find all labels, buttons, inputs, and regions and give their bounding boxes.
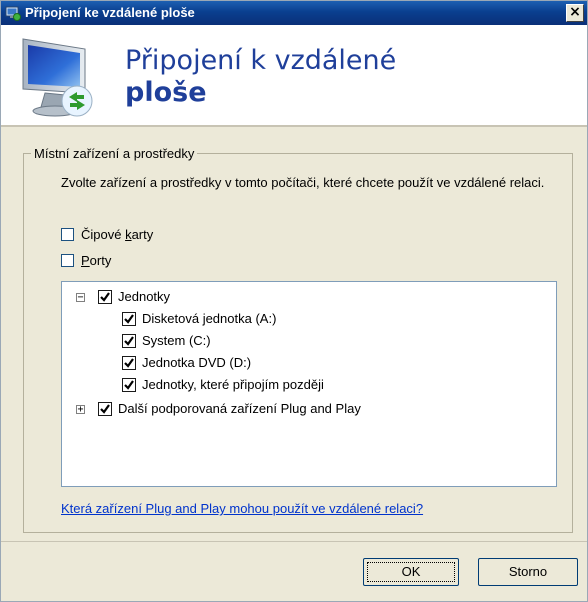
pnp-help-link[interactable]: Která zařízení Plug and Play mohou použí… [61,501,423,516]
checkmark-icon [124,380,134,390]
footer-divider [1,541,587,542]
tree-node-pnp[interactable]: Další podporovaná zařízení Plug and Play [118,401,361,417]
checkbox-smart-cards-label-post: arty [131,227,154,242]
checkbox-ports-label-post: orty [89,253,112,268]
checkmark-icon [100,292,110,302]
tree-checkbox-drives[interactable] [98,290,112,304]
header-banner: Připojení k vzdálené ploše [1,25,587,125]
cancel-button[interactable]: Storno [478,558,578,586]
close-button[interactable]: × [566,4,584,22]
tree-node-floppy[interactable]: Disketová jednotka (A:) [142,311,276,327]
window-title: Připojení ke vzdálené ploše [25,5,195,20]
checkbox-ports-box[interactable] [61,254,74,267]
remote-desktop-app-icon [5,5,21,21]
checkmark-icon [100,404,110,414]
banner-title-line1: Připojení k vzdálené [125,45,397,76]
devices-tree[interactable]: − Jednotky Disketová jednotka (A:) Syste… [61,281,557,487]
tree-checkbox-system-c[interactable] [122,334,136,348]
cancel-button-label: Storno [508,564,548,579]
group-description: Zvolte zařízení a prostředky v tomto poč… [61,175,545,190]
tree-node-system-c[interactable]: System (C:) [142,333,211,349]
tree-node-later-drives[interactable]: Jednotky, které připojím později [142,377,324,393]
collapse-icon[interactable]: − [76,293,85,303]
expand-icon[interactable]: + [76,405,85,415]
tree-checkbox-dvd[interactable] [122,356,136,370]
tree-checkbox-pnp[interactable] [98,402,112,416]
dialog-window: Připojení ke vzdálené ploše × Připojení … [0,0,588,602]
checkmark-icon [124,314,134,324]
checkbox-ports-accel: P [81,253,90,268]
checkbox-ports[interactable]: Porty [61,253,111,268]
tree-node-drives[interactable]: Jednotky [118,289,170,305]
checkbox-smart-cards-label-pre: Čipové [81,227,126,242]
title-bar[interactable]: Připojení ke vzdálené ploše × [1,1,587,25]
focus-rectangle [367,562,455,582]
groupbox-label: Místní zařízení a prostředky [31,146,198,161]
tree-checkbox-later-drives[interactable] [122,378,136,392]
checkbox-smart-cards-box[interactable] [61,228,74,241]
banner-title-line2: ploše [125,77,207,108]
remote-desktop-monitor-icon [15,35,105,121]
ok-button[interactable]: OK [363,558,459,586]
checkmark-icon [124,358,134,368]
tree-node-dvd[interactable]: Jednotka DVD (D:) [142,355,251,371]
checkbox-smart-cards[interactable]: Čipové karty [61,227,153,242]
banner-divider [1,125,587,127]
checkmark-icon [124,336,134,346]
tree-checkbox-floppy[interactable] [122,312,136,326]
